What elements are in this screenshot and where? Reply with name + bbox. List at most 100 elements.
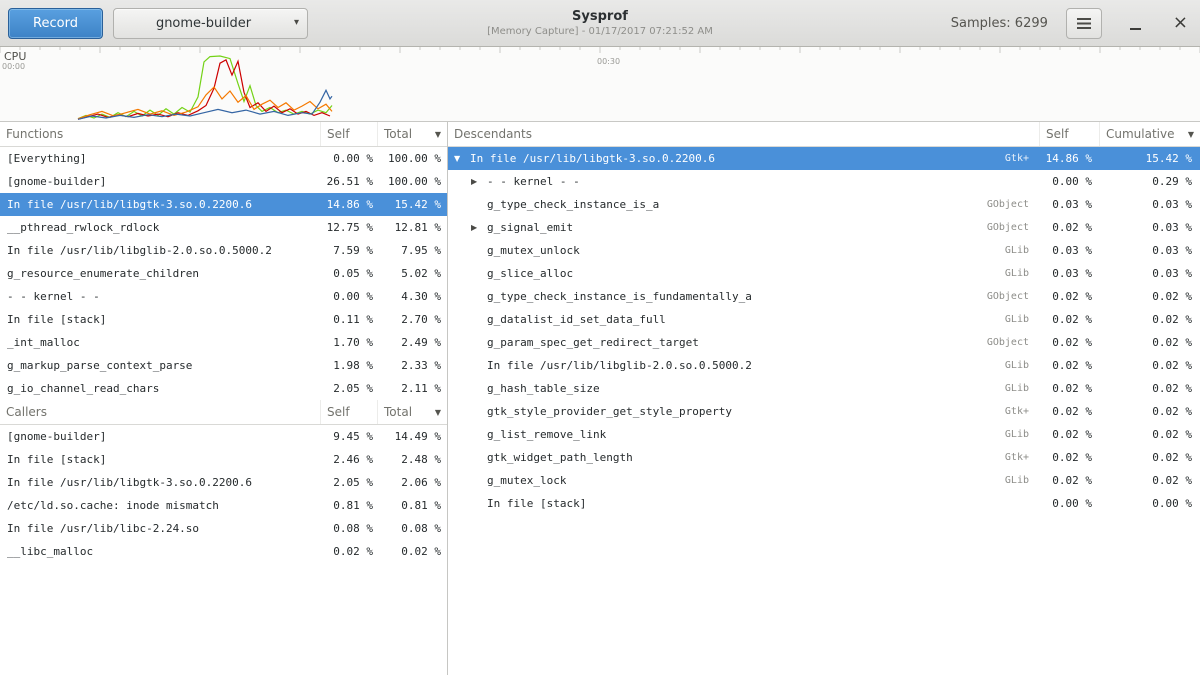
column-header-total[interactable]: Total ▼ — [378, 122, 447, 146]
cumulative-value-cell: 0.00 % — [1100, 497, 1200, 510]
table-row[interactable]: g_resource_enumerate_children0.05 %5.02 … — [0, 262, 447, 285]
function-name: g_hash_table_size — [487, 382, 600, 395]
function-name-cell: g_hash_table_sizeGLib — [448, 382, 1040, 395]
cumulative-value-cell: 0.03 % — [1100, 244, 1200, 257]
table-row[interactable]: ▶- - kernel - -0.00 %0.29 % — [448, 170, 1200, 193]
column-header-functions[interactable]: Functions — [0, 122, 321, 146]
window-minimize-icon[interactable] — [1130, 28, 1141, 30]
column-header-descendants[interactable]: Descendants — [448, 122, 1040, 146]
table-row[interactable]: In file /usr/lib/libglib-2.0.so.0.5000.2… — [448, 354, 1200, 377]
table-row[interactable]: [Everything]0.00 %100.00 % — [0, 147, 447, 170]
left-pane: Functions Self Total ▼ [Everything]0.00 … — [0, 122, 448, 675]
function-name: gtk_style_provider_get_style_property — [487, 405, 732, 418]
function-name: g_signal_emit — [487, 221, 573, 234]
function-name-cell: __libc_malloc — [0, 545, 321, 558]
cumulative-value-cell: 0.03 % — [1100, 198, 1200, 211]
function-name-cell: In file /usr/lib/libc-2.24.so — [0, 522, 321, 535]
self-value-cell: 0.05 % — [321, 267, 378, 280]
table-row[interactable]: gtk_widget_path_lengthGtk+0.02 %0.02 % — [448, 446, 1200, 469]
column-header-total[interactable]: Total ▼ — [378, 400, 447, 424]
cpu-timeline[interactable]: CPU 00:00 00:30 — [0, 47, 1200, 122]
time-label-start: 00:00 — [2, 62, 25, 71]
table-row[interactable]: In file /usr/lib/libglib-2.0.so.0.5000.2… — [0, 239, 447, 262]
chevron-down-icon: ▾ — [294, 17, 299, 28]
self-value-cell: 0.08 % — [321, 522, 378, 535]
hamburger-icon — [1077, 18, 1091, 29]
expander-icon[interactable]: ▶ — [471, 177, 487, 186]
column-header-self[interactable]: Self — [321, 400, 378, 424]
table-row[interactable]: g_type_check_instance_is_aGObject0.03 %0… — [448, 193, 1200, 216]
column-header-self[interactable]: Self — [1040, 122, 1100, 146]
table-row[interactable]: g_mutex_lockGLib0.02 %0.02 % — [448, 469, 1200, 492]
total-value-cell: 7.95 % — [378, 244, 447, 257]
process-selector[interactable]: gnome-builder ▾ — [113, 8, 308, 39]
self-value-cell: 0.00 % — [1040, 175, 1100, 188]
self-value-cell: 0.03 % — [1040, 244, 1100, 257]
headerbar: Record gnome-builder ▾ Sysprof [Memory C… — [0, 0, 1200, 47]
table-row[interactable]: __libc_malloc0.02 %0.02 % — [0, 540, 447, 563]
function-name-cell: g_type_check_instance_is_fundamentally_a… — [448, 290, 1040, 303]
table-row[interactable]: In file [stack]2.46 %2.48 % — [0, 448, 447, 471]
table-row[interactable]: In file /usr/lib/libgtk-3.so.0.2200.62.0… — [0, 471, 447, 494]
self-value-cell: 14.86 % — [1040, 152, 1100, 165]
table-row[interactable]: In file /usr/lib/libgtk-3.so.0.2200.614.… — [0, 193, 447, 216]
sort-indicator-icon: ▼ — [435, 130, 441, 139]
table-row[interactable]: __pthread_rwlock_rdlock12.75 %12.81 % — [0, 216, 447, 239]
cumulative-value-cell: 0.02 % — [1100, 313, 1200, 326]
table-row[interactable]: In file [stack]0.11 %2.70 % — [0, 308, 447, 331]
total-value-cell: 12.81 % — [378, 221, 447, 234]
function-name-cell: In file /usr/lib/libgtk-3.so.0.2200.6 — [0, 476, 321, 489]
function-name: g_datalist_id_set_data_full — [487, 313, 666, 326]
function-name-cell: ▶g_signal_emitGObject — [448, 221, 1040, 234]
column-header-total-label: Total — [384, 405, 412, 419]
table-row[interactable]: g_io_channel_read_chars2.05 %2.11 % — [0, 377, 447, 400]
table-row[interactable]: g_type_check_instance_is_fundamentally_a… — [448, 285, 1200, 308]
column-header-callers[interactable]: Callers — [0, 400, 321, 424]
table-row[interactable]: In file [stack]0.00 %0.00 % — [448, 492, 1200, 515]
app-title: Sysprof — [487, 9, 713, 24]
function-name-cell: In file [stack] — [448, 497, 1040, 510]
header-right-cluster: Samples: 6299 × — [951, 8, 1188, 39]
table-row[interactable]: [gnome-builder]26.51 %100.00 % — [0, 170, 447, 193]
table-row[interactable]: g_mutex_unlockGLib0.03 %0.03 % — [448, 239, 1200, 262]
table-row[interactable]: ▼In file /usr/lib/libgtk-3.so.0.2200.6Gt… — [448, 147, 1200, 170]
table-row[interactable]: - - kernel - -0.00 %4.30 % — [0, 285, 447, 308]
function-name-cell: /etc/ld.so.cache: inode mismatch — [0, 499, 321, 512]
table-row[interactable]: g_list_remove_linkGLib0.02 %0.02 % — [448, 423, 1200, 446]
table-row[interactable]: g_datalist_id_set_data_fullGLib0.02 %0.0… — [448, 308, 1200, 331]
table-row[interactable]: ▶g_signal_emitGObject0.02 %0.03 % — [448, 216, 1200, 239]
window-close-icon[interactable]: × — [1173, 14, 1188, 32]
table-row[interactable]: g_slice_allocGLib0.03 %0.03 % — [448, 262, 1200, 285]
expander-icon[interactable]: ▼ — [454, 154, 470, 163]
descendants-table-header: Descendants Self Cumulative ▼ — [448, 122, 1200, 147]
table-row[interactable]: _int_malloc1.70 %2.49 % — [0, 331, 447, 354]
function-name: g_mutex_lock — [487, 474, 566, 487]
descendants-table: ▼In file /usr/lib/libgtk-3.so.0.2200.6Gt… — [448, 147, 1200, 515]
column-header-cumulative-label: Cumulative — [1106, 127, 1175, 141]
expander-icon[interactable]: ▶ — [471, 223, 487, 232]
self-value-cell: 2.46 % — [321, 453, 378, 466]
total-value-cell: 5.02 % — [378, 267, 447, 280]
table-row[interactable]: [gnome-builder]9.45 %14.49 % — [0, 425, 447, 448]
menu-button[interactable] — [1066, 8, 1102, 39]
table-row[interactable]: gtk_style_provider_get_style_propertyGtk… — [448, 400, 1200, 423]
cumulative-value-cell: 0.02 % — [1100, 428, 1200, 441]
cpu-core-red-line — [78, 60, 330, 119]
column-header-self[interactable]: Self — [321, 122, 378, 146]
table-row[interactable]: g_hash_table_sizeGLib0.02 %0.02 % — [448, 377, 1200, 400]
self-value-cell: 0.02 % — [321, 545, 378, 558]
record-button[interactable]: Record — [8, 8, 103, 39]
functions-table-header: Functions Self Total ▼ — [0, 122, 447, 147]
table-row[interactable]: g_param_spec_get_redirect_targetGObject0… — [448, 331, 1200, 354]
right-pane: Descendants Self Cumulative ▼ ▼In file /… — [448, 122, 1200, 675]
table-row[interactable]: g_markup_parse_context_parse1.98 %2.33 % — [0, 354, 447, 377]
self-value-cell: 0.02 % — [1040, 451, 1100, 464]
library-badge: GObject — [977, 199, 1035, 210]
self-value-cell: 0.02 % — [1040, 405, 1100, 418]
table-row[interactable]: /etc/ld.so.cache: inode mismatch0.81 %0.… — [0, 494, 447, 517]
function-name-cell: g_list_remove_linkGLib — [448, 428, 1040, 441]
table-row[interactable]: In file /usr/lib/libc-2.24.so0.08 %0.08 … — [0, 517, 447, 540]
self-value-cell: 0.03 % — [1040, 267, 1100, 280]
column-header-cumulative[interactable]: Cumulative ▼ — [1100, 122, 1200, 146]
function-name-cell: - - kernel - - — [0, 290, 321, 303]
